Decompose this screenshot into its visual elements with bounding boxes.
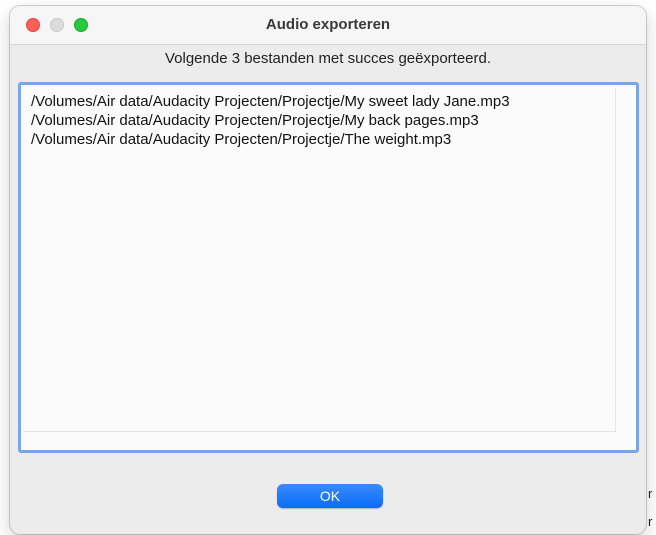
title-bar: Audio exporteren — [10, 6, 646, 45]
exported-files-list[interactable]: /Volumes/Air data/Audacity Projecten/Pro… — [18, 82, 639, 453]
window-title: Audio exporteren — [265, 16, 391, 33]
export-dialog-window: Audio exporteren Volgende 3 bestanden me… — [10, 6, 646, 534]
list-item[interactable]: /Volumes/Air data/Audacity Projecten/Pro… — [31, 131, 451, 148]
background-text-fragment: r — [648, 514, 653, 529]
exported-files-list-content: /Volumes/Air data/Audacity Projecten/Pro… — [23, 87, 616, 432]
export-success-message: Volgende 3 bestanden met succes geëxport… — [164, 50, 492, 67]
background-text-fragment: r — [648, 486, 653, 501]
list-item[interactable]: /Volumes/Air data/Audacity Projecten/Pro… — [31, 112, 479, 129]
ok-button[interactable]: OK — [277, 484, 383, 508]
list-item[interactable]: /Volumes/Air data/Audacity Projecten/Pro… — [31, 93, 510, 110]
